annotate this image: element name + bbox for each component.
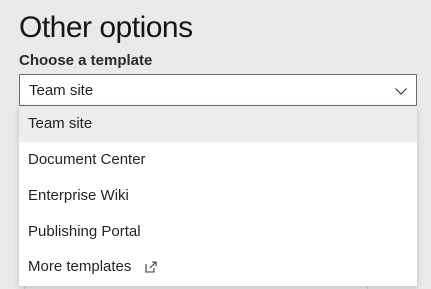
- template-select[interactable]: Team site: [19, 74, 417, 106]
- option-more-templates[interactable]: More templates: [19, 249, 417, 285]
- option-enterprise-wiki[interactable]: Enterprise Wiki: [19, 178, 417, 214]
- option-document-center[interactable]: Document Center: [19, 142, 417, 178]
- page-title: Other options: [19, 11, 193, 44]
- option-label: Enterprise Wiki: [28, 187, 129, 204]
- option-label: Team site: [28, 115, 93, 132]
- template-dropdown-list: Team site Document Center Enterprise Wik…: [19, 106, 417, 286]
- option-team-site[interactable]: Team site: [19, 106, 417, 142]
- external-link-icon: [144, 261, 157, 273]
- option-label: Document Center: [28, 151, 146, 168]
- option-publishing-portal[interactable]: Publishing Portal: [19, 214, 417, 250]
- option-label: More templates: [28, 258, 132, 275]
- template-select-value: Team site: [29, 82, 94, 99]
- chevron-down-icon[interactable]: [394, 84, 408, 98]
- option-label: Publishing Portal: [28, 223, 141, 240]
- template-label: Choose a template: [19, 52, 153, 69]
